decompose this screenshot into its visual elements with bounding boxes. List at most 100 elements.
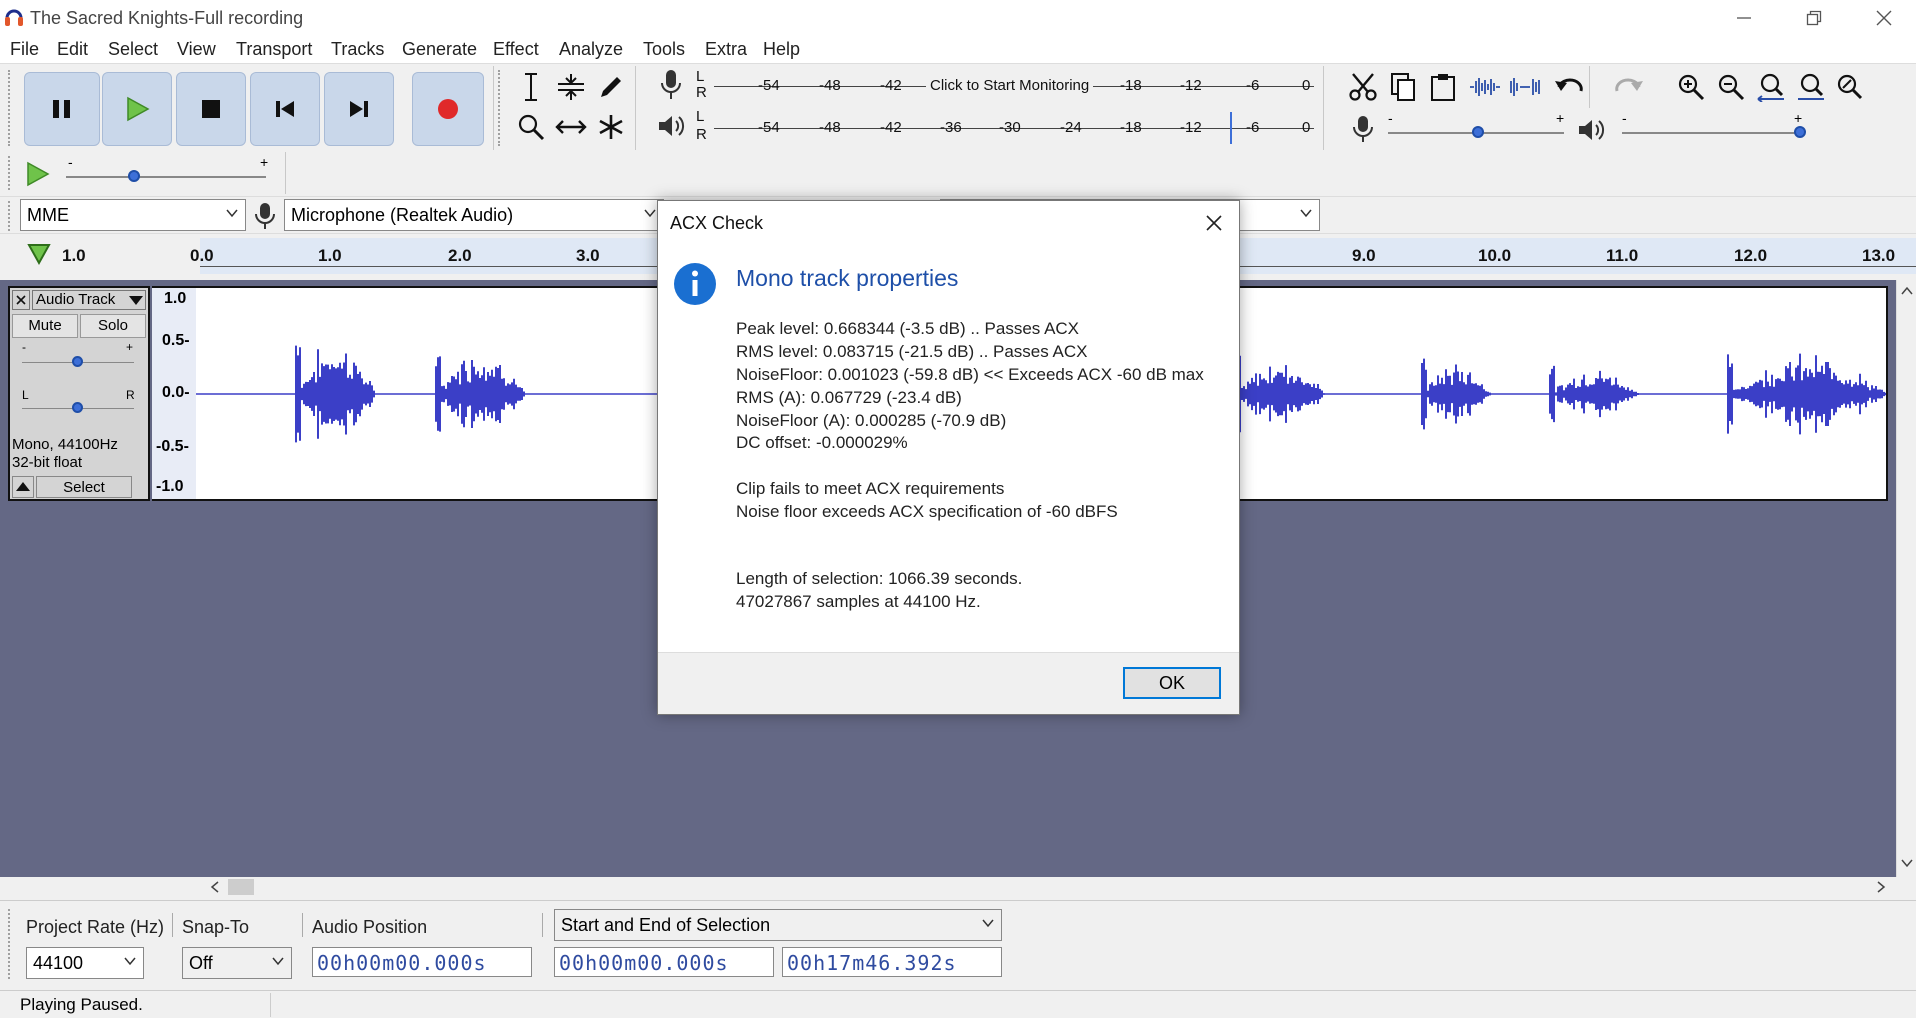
minimize-button[interactable] [1716,0,1772,36]
microphone-icon[interactable] [658,68,684,102]
menu-edit[interactable]: Edit [57,39,88,60]
ruler-label: 11.0 [1606,246,1639,265]
close-window-button[interactable] [1856,0,1912,36]
horizontal-scrollbar[interactable] [200,877,1896,897]
menu-effect[interactable]: Effect [493,39,539,60]
selection-mode-select[interactable]: Start and End of Selection [554,909,1002,941]
vertical-scrollbar[interactable] [1896,280,1916,877]
selection-tool[interactable] [512,68,550,106]
track-close-button[interactable] [12,290,30,310]
time-shift-tool[interactable] [552,108,590,146]
play-at-speed-icon[interactable] [24,160,52,188]
rec-meter-tick: -54 [758,77,780,94]
play-speed-slider[interactable] [66,176,266,178]
snap-to-value: Off [189,953,213,973]
close-icon [1206,215,1222,231]
audio-position-field[interactable]: 00h00m00.000s [312,947,532,977]
mute-button[interactable]: Mute [12,314,78,338]
audacity-logo-icon [5,9,23,26]
menu-tracks[interactable]: Tracks [331,39,384,60]
stop-icon [202,100,220,118]
menu-help[interactable]: Help [763,39,800,60]
envelope-tool[interactable] [552,68,590,106]
gain-slider-thumb[interactable] [72,356,83,367]
menu-transport[interactable]: Transport [236,39,312,60]
zoom-out-button[interactable] [1712,68,1750,106]
project-rate-select[interactable]: 44100 [26,947,144,979]
redo-button[interactable] [1610,68,1648,106]
undo-button[interactable] [1550,68,1588,106]
restore-button[interactable] [1786,0,1842,36]
menu-extra[interactable]: Extra [705,39,747,60]
skip-to-end-button[interactable] [324,72,394,146]
zoom-toggle-button[interactable] [1830,68,1868,106]
multi-tool[interactable] [592,108,630,146]
scroll-right-icon[interactable] [1876,881,1886,893]
play-button[interactable] [102,72,172,146]
selection-start-field[interactable]: 00h00m00.000s [554,947,774,977]
separator [172,913,173,937]
dialog-close-button[interactable] [1196,207,1232,239]
rms-a-line: RMS (A): 0.067729 (-23.4 dB) [736,388,962,407]
audio-host-select[interactable]: MME [20,199,246,231]
speaker-icon[interactable] [656,112,686,140]
toolbar-grip[interactable] [8,201,16,231]
playback-volume-slider[interactable] [1622,132,1802,134]
track-name-menu[interactable]: Audio Track [32,290,146,310]
triangle-down-icon [129,296,143,305]
menu-view[interactable]: View [177,39,216,60]
playback-volume-thumb[interactable] [1794,126,1806,138]
solo-label: Solo [97,317,129,334]
menu-analyze[interactable]: Analyze [559,39,623,60]
record-button[interactable] [412,72,484,146]
ok-button[interactable]: OK [1123,667,1221,699]
stop-button[interactable] [176,72,246,146]
copy-button[interactable] [1384,68,1422,106]
zoom-tool[interactable] [512,108,550,146]
scroll-up-icon[interactable] [1901,286,1913,296]
track-select-button[interactable]: Select [36,476,132,498]
paste-button[interactable] [1424,68,1462,106]
audio-position-label: Audio Position [312,917,428,937]
start-monitoring-label[interactable]: Click to Start Monitoring [926,77,1094,94]
fit-selection-button[interactable] [1752,68,1790,106]
fit-project-button[interactable] [1792,68,1830,106]
play-speed-thumb[interactable] [128,170,140,182]
scroll-left-icon[interactable] [210,881,220,893]
solo-button[interactable]: Solo [80,314,146,338]
toolbar-grip[interactable] [8,70,16,146]
collapse-track-button[interactable] [12,476,34,498]
recording-volume-thumb[interactable] [1472,126,1484,138]
acx-check-dialog: ACX Check Mono track properties Peak lev… [657,200,1240,715]
menu-file[interactable]: File [10,39,39,60]
recording-device-select[interactable]: Microphone (Realtek Audio) [284,199,664,231]
snap-to-select[interactable]: Off [182,947,292,979]
cut-button[interactable] [1344,68,1382,106]
pinned-play-head-icon[interactable] [26,242,52,266]
chevron-down-icon [226,209,238,218]
rec-slider-max: + [1556,110,1565,126]
selection-end-field[interactable]: 00h17m46.392s [782,947,1002,977]
vertical-scale[interactable]: 1.0 0.5- 0.0- -0.5- -1.0 [152,286,196,501]
draw-tool[interactable] [592,68,630,106]
trim-button[interactable] [1466,68,1504,106]
project-rate-value: 44100 [33,953,84,973]
skip-to-start-button[interactable] [250,72,320,146]
toolbar-grip[interactable] [8,156,16,190]
zoom-in-button[interactable] [1672,68,1710,106]
toolbar-grip[interactable] [498,70,506,146]
horizontal-scroll-thumb[interactable] [228,879,254,895]
dialog-title: ACX Check [670,213,764,233]
pan-slider-thumb[interactable] [72,402,83,413]
toolbar-grip[interactable] [8,909,16,979]
menu-generate[interactable]: Generate [402,39,477,60]
tools-toolbar [496,66,636,150]
selection-toolbar: Project Rate (Hz) 44100 Snap-To Off Audi… [0,900,1916,986]
scroll-down-icon[interactable] [1901,858,1913,868]
selection-start-value: 00h00m00.000s [559,951,729,975]
silence-button[interactable] [1506,68,1544,106]
menu-select[interactable]: Select [108,39,158,60]
snap-to-label: Snap-To [182,917,250,937]
pause-button[interactable] [24,72,100,146]
menu-tools[interactable]: Tools [643,39,685,60]
